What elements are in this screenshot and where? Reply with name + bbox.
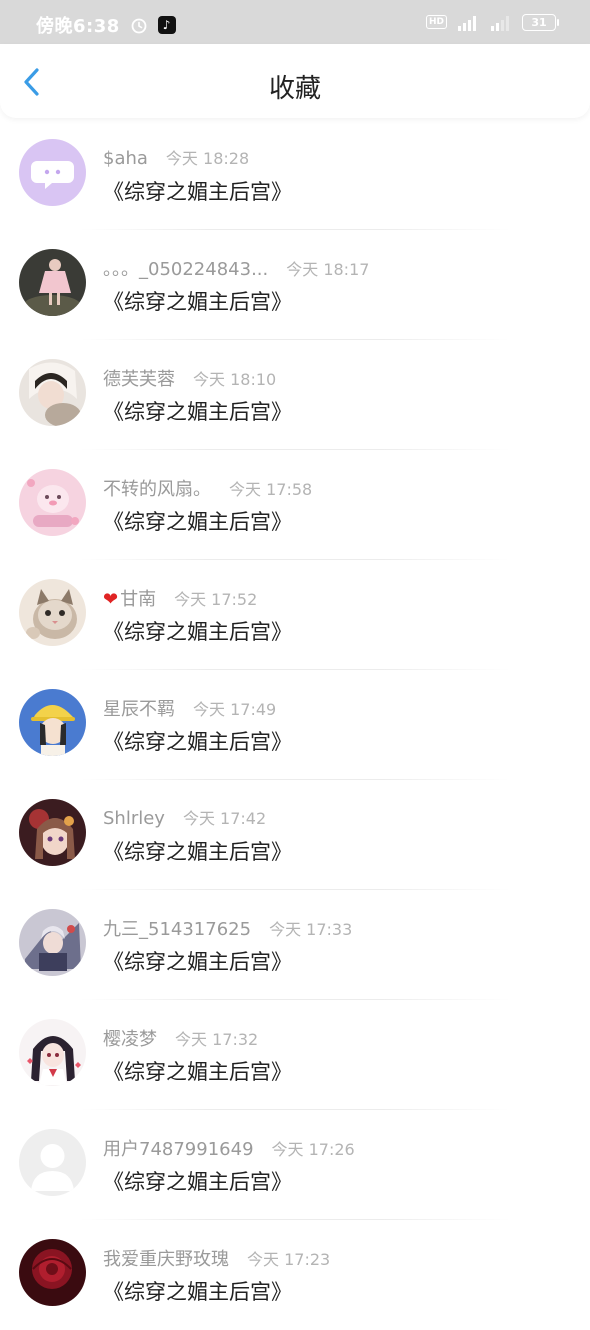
book-title[interactable]: 《综穿之媚主后宫》: [103, 1166, 292, 1196]
avatar[interactable]: [19, 799, 86, 866]
hd-icon: HD: [425, 15, 447, 29]
alarm-icon: [131, 18, 147, 34]
user-name[interactable]: ❤ 甘南: [103, 585, 156, 611]
list-item[interactable]: 用户7487991649 今天 17:26 《综穿之媚主后宫》: [0, 1110, 590, 1220]
status-bar: 傍晚6:38 ♪ HD 31: [0, 0, 590, 44]
tiktok-icon: ♪: [157, 16, 176, 34]
heart-icon: ❤: [103, 589, 119, 610]
user-name[interactable]: 我爱重庆野玫瑰: [103, 1245, 229, 1271]
list-item[interactable]: Shlrley 今天 17:42 《综穿之媚主后宫》: [0, 780, 590, 890]
list-item[interactable]: 星辰不羁 今天 17:49 《综穿之媚主后宫》: [0, 670, 590, 780]
list-item[interactable]: 九三_514317625 今天 17:33 《综穿之媚主后宫》: [0, 890, 590, 1000]
nav-bar: 收藏: [0, 44, 590, 118]
avatar[interactable]: [19, 139, 86, 206]
book-title[interactable]: 《综穿之媚主后宫》: [103, 1276, 292, 1306]
avatar[interactable]: [19, 579, 86, 646]
timestamp: 今天 17:33: [269, 920, 353, 939]
status-right: HD 31: [425, 13, 559, 31]
timestamp: 今天 17:23: [247, 1250, 331, 1269]
book-title[interactable]: 《综穿之媚主后宫》: [103, 946, 292, 976]
list-item[interactable]: ❤ 甘南 今天 17:52 《综穿之媚主后宫》: [0, 560, 590, 670]
list-item[interactable]: 不转的风扇。 今天 17:58 《综穿之媚主后宫》: [0, 450, 590, 560]
user-name[interactable]: 不转的风扇。: [103, 475, 211, 501]
book-title[interactable]: 《综穿之媚主后宫》: [103, 506, 292, 536]
book-title[interactable]: 《综穿之媚主后宫》: [103, 726, 292, 756]
avatar[interactable]: [19, 909, 86, 976]
user-name[interactable]: Shlrley: [103, 808, 165, 829]
status-left: 傍晚6:38 ♪: [36, 12, 176, 38]
timestamp: 今天 17:42: [182, 809, 267, 828]
user-name[interactable]: 用户7487991649: [103, 1135, 254, 1161]
list-item[interactable]: 德芙芙蓉 今天 18:10 《综穿之媚主后宫》: [0, 340, 590, 450]
list-item[interactable]: 樱凌梦 今天 17:32 《综穿之媚主后宫》: [0, 1000, 590, 1110]
user-name[interactable]: 九三_514317625: [103, 915, 251, 941]
avatar[interactable]: [19, 1239, 86, 1306]
list-item[interactable]: 我爱重庆野玫瑰 今天 17:23 《综穿之媚主后宫》: [0, 1220, 590, 1330]
timestamp: 今天 17:26: [271, 1140, 355, 1159]
user-name[interactable]: 星辰不羁: [103, 695, 175, 721]
timestamp: 今天 17:52: [174, 590, 258, 609]
list-item[interactable]: 。。。_050224843... 今天 18:17 《综穿之媚主后宫》: [0, 230, 590, 340]
timestamp: 今天 17:49: [193, 700, 277, 719]
avatar[interactable]: [19, 359, 86, 426]
signal-4g-icon: [458, 16, 476, 31]
user-name[interactable]: 樱凌梦: [103, 1025, 157, 1051]
timestamp: 今天 17:58: [229, 480, 313, 499]
favorites-list: $aha 今天 18:28 《综穿之媚主后宫》 。。。_050224843...…: [0, 120, 590, 1330]
book-title[interactable]: 《综穿之媚主后宫》: [103, 1056, 292, 1086]
timestamp: 今天 18:10: [193, 370, 277, 389]
user-name[interactable]: 。。。_050224843...: [103, 255, 268, 281]
avatar[interactable]: [19, 1129, 86, 1196]
book-title[interactable]: 《综穿之媚主后宫》: [103, 176, 292, 206]
avatar[interactable]: [19, 689, 86, 756]
book-title[interactable]: 《综穿之媚主后宫》: [103, 836, 292, 866]
signal-icon: [491, 16, 509, 31]
timestamp: 今天 18:28: [165, 149, 250, 168]
book-title[interactable]: 《综穿之媚主后宫》: [103, 616, 292, 646]
page-title: 收藏: [268, 74, 321, 104]
avatar[interactable]: [19, 1019, 86, 1086]
avatar[interactable]: [19, 249, 86, 316]
book-title[interactable]: 《综穿之媚主后宫》: [103, 396, 292, 426]
avatar[interactable]: [19, 469, 86, 536]
user-name[interactable]: 德芙芙蓉: [103, 365, 175, 391]
book-title[interactable]: 《综穿之媚主后宫》: [103, 286, 292, 316]
user-name[interactable]: $aha: [103, 148, 148, 169]
status-time: 傍晚6:38: [36, 16, 120, 37]
timestamp: 今天 17:32: [175, 1030, 259, 1049]
timestamp: 今天 18:17: [286, 260, 370, 279]
battery-icon: 31: [522, 13, 559, 31]
list-item[interactable]: $aha 今天 18:28 《综穿之媚主后宫》: [0, 120, 590, 230]
